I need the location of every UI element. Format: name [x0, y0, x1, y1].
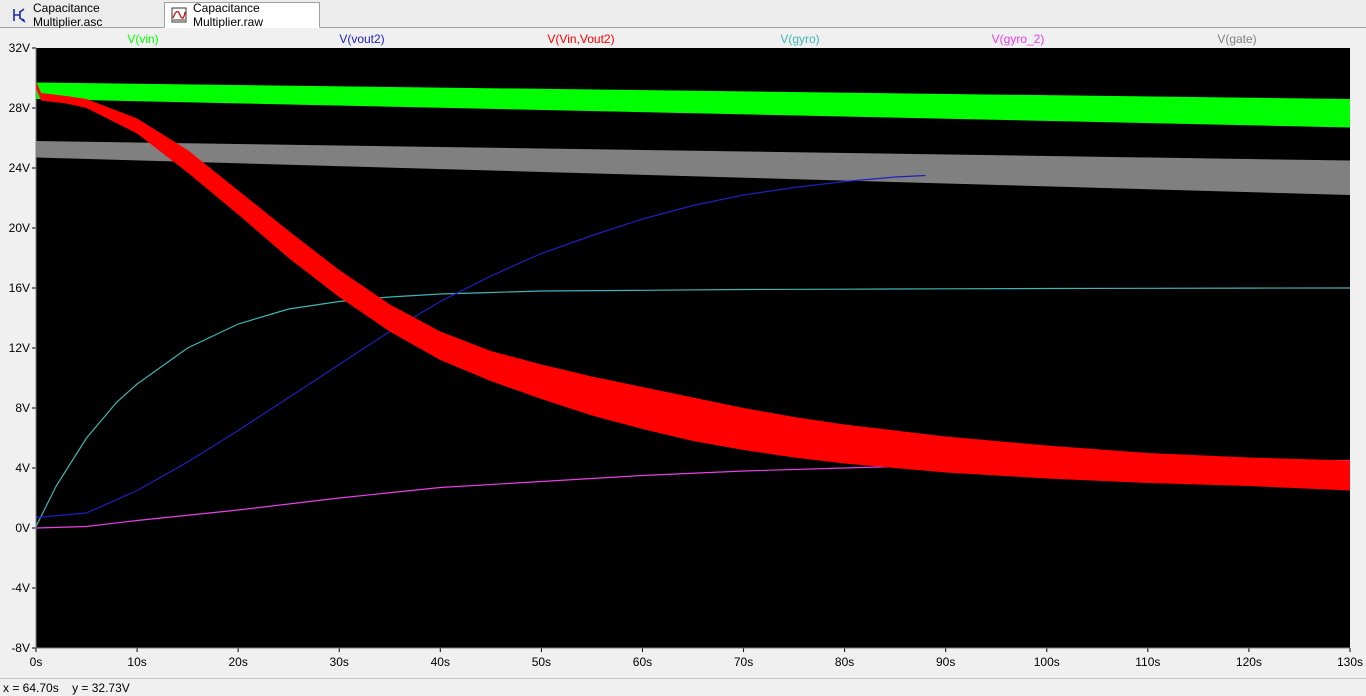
legend-v-vin[interactable]: V(vin): [127, 32, 158, 46]
legend-v-gate[interactable]: V(gate): [1217, 32, 1256, 46]
y-tick-label: 12V: [9, 341, 30, 355]
x-tick-label: 50s: [532, 655, 551, 669]
y-tick-label: 32V: [9, 41, 30, 55]
x-tick-label: 100s: [1034, 655, 1060, 669]
legend-v-vin-vout2[interactable]: V(Vin,Vout2): [547, 32, 614, 46]
y-tick-label: -8V: [11, 641, 30, 655]
x-tick-label: 130s: [1337, 655, 1363, 669]
x-tick-label: 20s: [228, 655, 247, 669]
status-bar: x = 64.70s y = 32.73V: [0, 678, 1366, 696]
legend-v-gyro[interactable]: V(gyro): [780, 32, 819, 46]
x-tick-label: 10s: [127, 655, 146, 669]
x-tick-label: 0s: [30, 655, 43, 669]
schematic-icon: [11, 7, 27, 23]
x-tick-label: 30s: [330, 655, 349, 669]
x-tick-label: 70s: [734, 655, 753, 669]
legend-v-vout2[interactable]: V(vout2): [339, 32, 384, 46]
document-tab-bar: Capacitance Multiplier.asc Capacitance M…: [0, 0, 1366, 29]
y-tick-label: 4V: [15, 461, 30, 475]
y-tick-label: 28V: [9, 101, 30, 115]
plot-area[interactable]: [36, 48, 1350, 648]
y-tick-label: 16V: [9, 281, 30, 295]
waveform-viewer[interactable]: 32V 28V 24V 20V 16V 12V 8V 4V 0V -4V -8V 0s 10s 20s 30…: [0, 28, 1366, 678]
legend-v-gyro-2[interactable]: V(gyro_2): [992, 32, 1045, 46]
tab-waveform[interactable]: Capacitance Multiplier.raw: [164, 1, 320, 29]
cursor-x-readout: x = 64.70s: [3, 680, 59, 695]
y-tick-label: 24V: [9, 161, 30, 175]
y-tick-label: 20V: [9, 221, 30, 235]
y-tick-label: -4V: [11, 581, 30, 595]
waveform-plot[interactable]: 32V 28V 24V 20V 16V 12V 8V 4V 0V -4V -8V0s 10s 20s 30…: [0, 28, 1366, 678]
y-tick-label: 8V: [15, 401, 30, 415]
tab-waveform-label: Capacitance Multiplier.raw: [193, 1, 264, 29]
tab-schematic[interactable]: Capacitance Multiplier.asc: [4, 1, 162, 29]
cursor-y-readout: y = 32.73V: [72, 680, 130, 695]
x-tick-label: 80s: [835, 655, 854, 669]
y-tick-label: 0V: [15, 521, 30, 535]
x-tick-label: 90s: [936, 655, 955, 669]
x-tick-label: 110s: [1135, 655, 1160, 669]
x-tick-label: 40s: [431, 655, 450, 669]
x-tick-label: 60s: [633, 655, 652, 669]
tab-schematic-label: Capacitance Multiplier.asc: [33, 1, 103, 29]
x-tick-label: 120s: [1236, 655, 1262, 669]
waveform-icon: [171, 7, 187, 23]
